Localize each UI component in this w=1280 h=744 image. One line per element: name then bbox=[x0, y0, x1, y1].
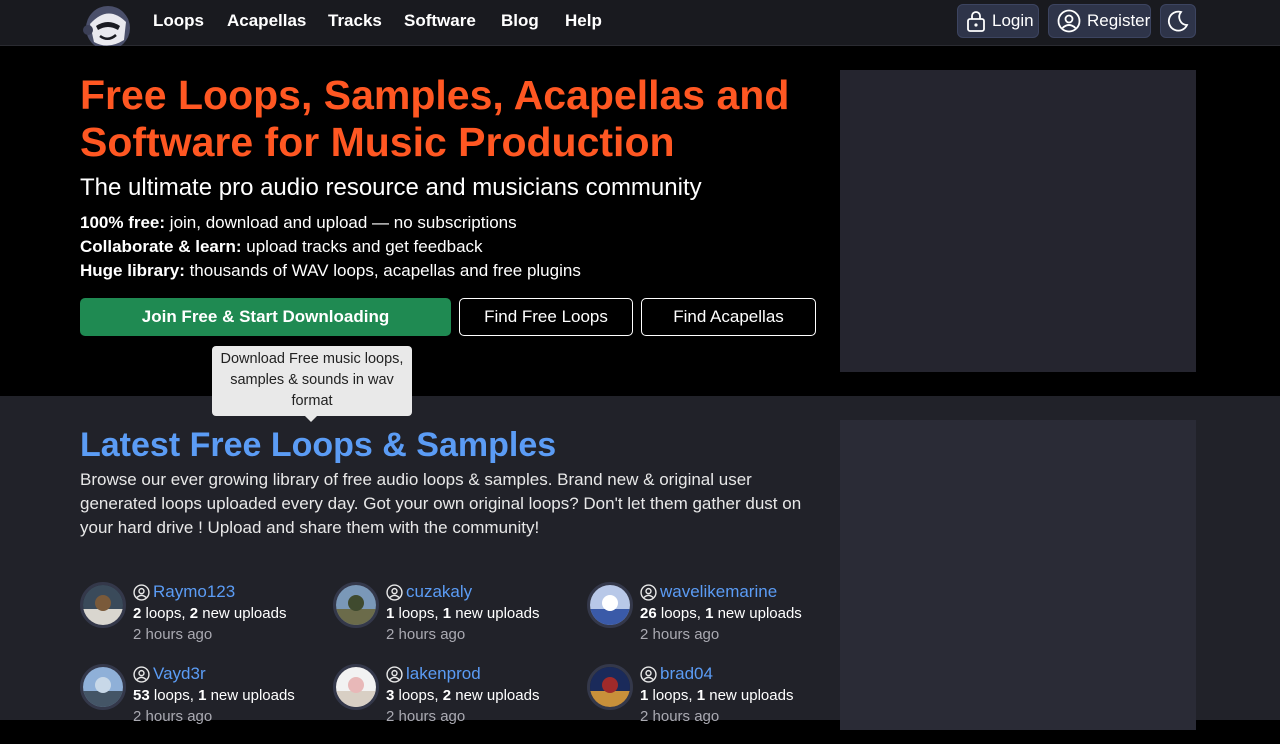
username: Vayd3r bbox=[153, 664, 206, 683]
moon-icon bbox=[1167, 10, 1189, 32]
user-stats: 1 loops, 1 new uploads bbox=[640, 687, 793, 704]
username-link[interactable]: Raymo123 bbox=[133, 582, 235, 602]
username: Raymo123 bbox=[153, 582, 236, 601]
avatar[interactable] bbox=[333, 664, 379, 710]
hero-subtitle: The ultimate pro audio resource and musi… bbox=[80, 174, 702, 201]
loops-word: loops, bbox=[394, 687, 443, 704]
username-link[interactable]: cuzakaly bbox=[386, 582, 472, 602]
loop-count: 26 bbox=[640, 605, 657, 622]
user-stats: 1 loops, 1 new uploads bbox=[386, 605, 539, 622]
username: brad04 bbox=[660, 664, 713, 683]
nav-link-acapellas[interactable]: Acapellas bbox=[227, 11, 306, 31]
user-stats: 53 loops, 1 new uploads bbox=[133, 687, 295, 704]
upload-time: 2 hours ago bbox=[133, 626, 213, 643]
hero-point-text: join, download and upload — no subscript… bbox=[165, 213, 517, 232]
uploads-word: new uploads bbox=[206, 687, 295, 704]
username-link[interactable]: wavelikemarine bbox=[640, 582, 777, 602]
navbar: Loops Acapellas Tracks Software Blog Hel… bbox=[0, 0, 1280, 50]
tooltip: Download Free music loops, samples & sou… bbox=[212, 346, 412, 416]
uploads-word: new uploads bbox=[451, 687, 540, 704]
avatar[interactable] bbox=[80, 582, 126, 628]
loops-word: loops, bbox=[149, 687, 199, 704]
username: lakenprod bbox=[406, 664, 481, 683]
hero-points: 100% free: join, download and upload — n… bbox=[80, 211, 581, 283]
user-circle-icon bbox=[133, 583, 150, 601]
user-card[interactable]: lakenprod 3 loops, 2 new uploads 2 hours a… bbox=[333, 664, 573, 744]
uploads-word: new uploads bbox=[198, 605, 287, 622]
loops-word: loops, bbox=[648, 687, 697, 704]
username-link[interactable]: Vayd3r bbox=[133, 664, 206, 684]
user-card[interactable]: wavelikemarine 26 loops, 1 new uploads 2 h… bbox=[587, 582, 827, 662]
avatar[interactable] bbox=[80, 664, 126, 710]
upload-time: 2 hours ago bbox=[386, 708, 466, 725]
hero-point-text: thousands of WAV loops, acapellas and fr… bbox=[184, 261, 581, 280]
nav-link-blog[interactable]: Blog bbox=[501, 11, 539, 31]
user-circle-icon bbox=[133, 665, 150, 683]
user-stats: 3 loops, 2 new uploads bbox=[386, 687, 539, 704]
section-title[interactable]: Latest Free Loops & Samples bbox=[80, 426, 556, 465]
avatar[interactable] bbox=[587, 664, 633, 710]
loop-count: 53 bbox=[133, 687, 150, 704]
join-free-button[interactable]: Join Free & Start Downloading bbox=[80, 298, 451, 336]
hero-point: Collaborate & learn: upload tracks and g… bbox=[80, 235, 581, 259]
username: cuzakaly bbox=[406, 582, 473, 601]
hero-point: 100% free: join, download and upload — n… bbox=[80, 211, 581, 235]
loops-word: loops, bbox=[141, 605, 190, 622]
user-circle-icon bbox=[640, 583, 657, 601]
nav-link-tracks[interactable]: Tracks bbox=[328, 11, 382, 31]
uploads-word: new uploads bbox=[451, 605, 540, 622]
avatar[interactable] bbox=[333, 582, 379, 628]
hero-point-bold: Huge library: bbox=[80, 261, 185, 280]
avatar[interactable] bbox=[587, 582, 633, 628]
user-card[interactable]: Raymo123 2 loops, 2 new uploads 2 hours ag… bbox=[80, 582, 320, 662]
ad-placeholder bbox=[840, 420, 1196, 730]
hero-title: Free Loops, Samples, Acapellas and Softw… bbox=[80, 72, 790, 165]
find-acapellas-button[interactable]: Find Acapellas bbox=[641, 298, 816, 336]
nav-link-software[interactable]: Software bbox=[404, 11, 476, 31]
tooltip-arrow bbox=[305, 416, 317, 422]
user-card[interactable]: Vayd3r 53 loops, 1 new uploads 2 hours ago bbox=[80, 664, 320, 744]
nav-link-loops[interactable]: Loops bbox=[153, 11, 204, 31]
user-circle-icon bbox=[386, 583, 403, 601]
upload-count: 1 bbox=[696, 687, 706, 704]
user-stats: 2 loops, 2 new uploads bbox=[133, 605, 286, 622]
register-button[interactable]: Register bbox=[1048, 4, 1151, 38]
uploads-word: new uploads bbox=[713, 605, 802, 622]
ad-placeholder bbox=[840, 70, 1196, 372]
login-button[interactable]: Login bbox=[957, 4, 1039, 38]
register-label: Register bbox=[1087, 11, 1151, 30]
latest-loops-section: Latest Free Loops & Samples Browse our e… bbox=[0, 396, 1280, 730]
find-free-loops-button[interactable]: Find Free Loops bbox=[459, 298, 633, 336]
loops-word: loops, bbox=[656, 605, 706, 622]
upload-count: 2 bbox=[189, 605, 199, 622]
login-label: Login bbox=[992, 11, 1034, 30]
user-card[interactable]: brad04 1 loops, 1 new uploads 2 hours ago bbox=[587, 664, 827, 744]
upload-time: 2 hours ago bbox=[640, 708, 720, 725]
username: wavelikemarine bbox=[660, 582, 778, 601]
hero-point-bold: 100% free: bbox=[80, 213, 166, 232]
nav-link-help[interactable]: Help bbox=[565, 11, 602, 31]
user-circle-icon bbox=[640, 665, 657, 683]
dark-mode-toggle[interactable] bbox=[1160, 4, 1196, 38]
upload-time: 2 hours ago bbox=[133, 708, 213, 725]
hero-point-bold: Collaborate & learn: bbox=[80, 237, 242, 256]
loops-word: loops, bbox=[394, 605, 443, 622]
upload-count: 2 bbox=[442, 687, 452, 704]
username-link[interactable]: lakenprod bbox=[386, 664, 481, 684]
section-description: Browse our ever growing library of free … bbox=[80, 470, 802, 537]
upload-time: 2 hours ago bbox=[640, 626, 720, 643]
user-circle-icon bbox=[386, 665, 403, 683]
user-circle-icon bbox=[1057, 9, 1081, 33]
hero-point: Huge library: thousands of WAV loops, ac… bbox=[80, 259, 581, 283]
upload-time: 2 hours ago bbox=[386, 626, 466, 643]
hero-point-text: upload tracks and get feedback bbox=[241, 237, 483, 256]
user-card[interactable]: cuzakaly 1 loops, 1 new uploads 2 hours ag… bbox=[333, 582, 573, 662]
upload-count: 1 bbox=[442, 605, 452, 622]
uploads-word: new uploads bbox=[705, 687, 794, 704]
lock-icon bbox=[967, 11, 985, 32]
user-stats: 26 loops, 1 new uploads bbox=[640, 605, 802, 622]
hero-section: Free Loops, Samples, Acapellas and Softw… bbox=[0, 46, 1280, 396]
username-link[interactable]: brad04 bbox=[640, 664, 713, 684]
